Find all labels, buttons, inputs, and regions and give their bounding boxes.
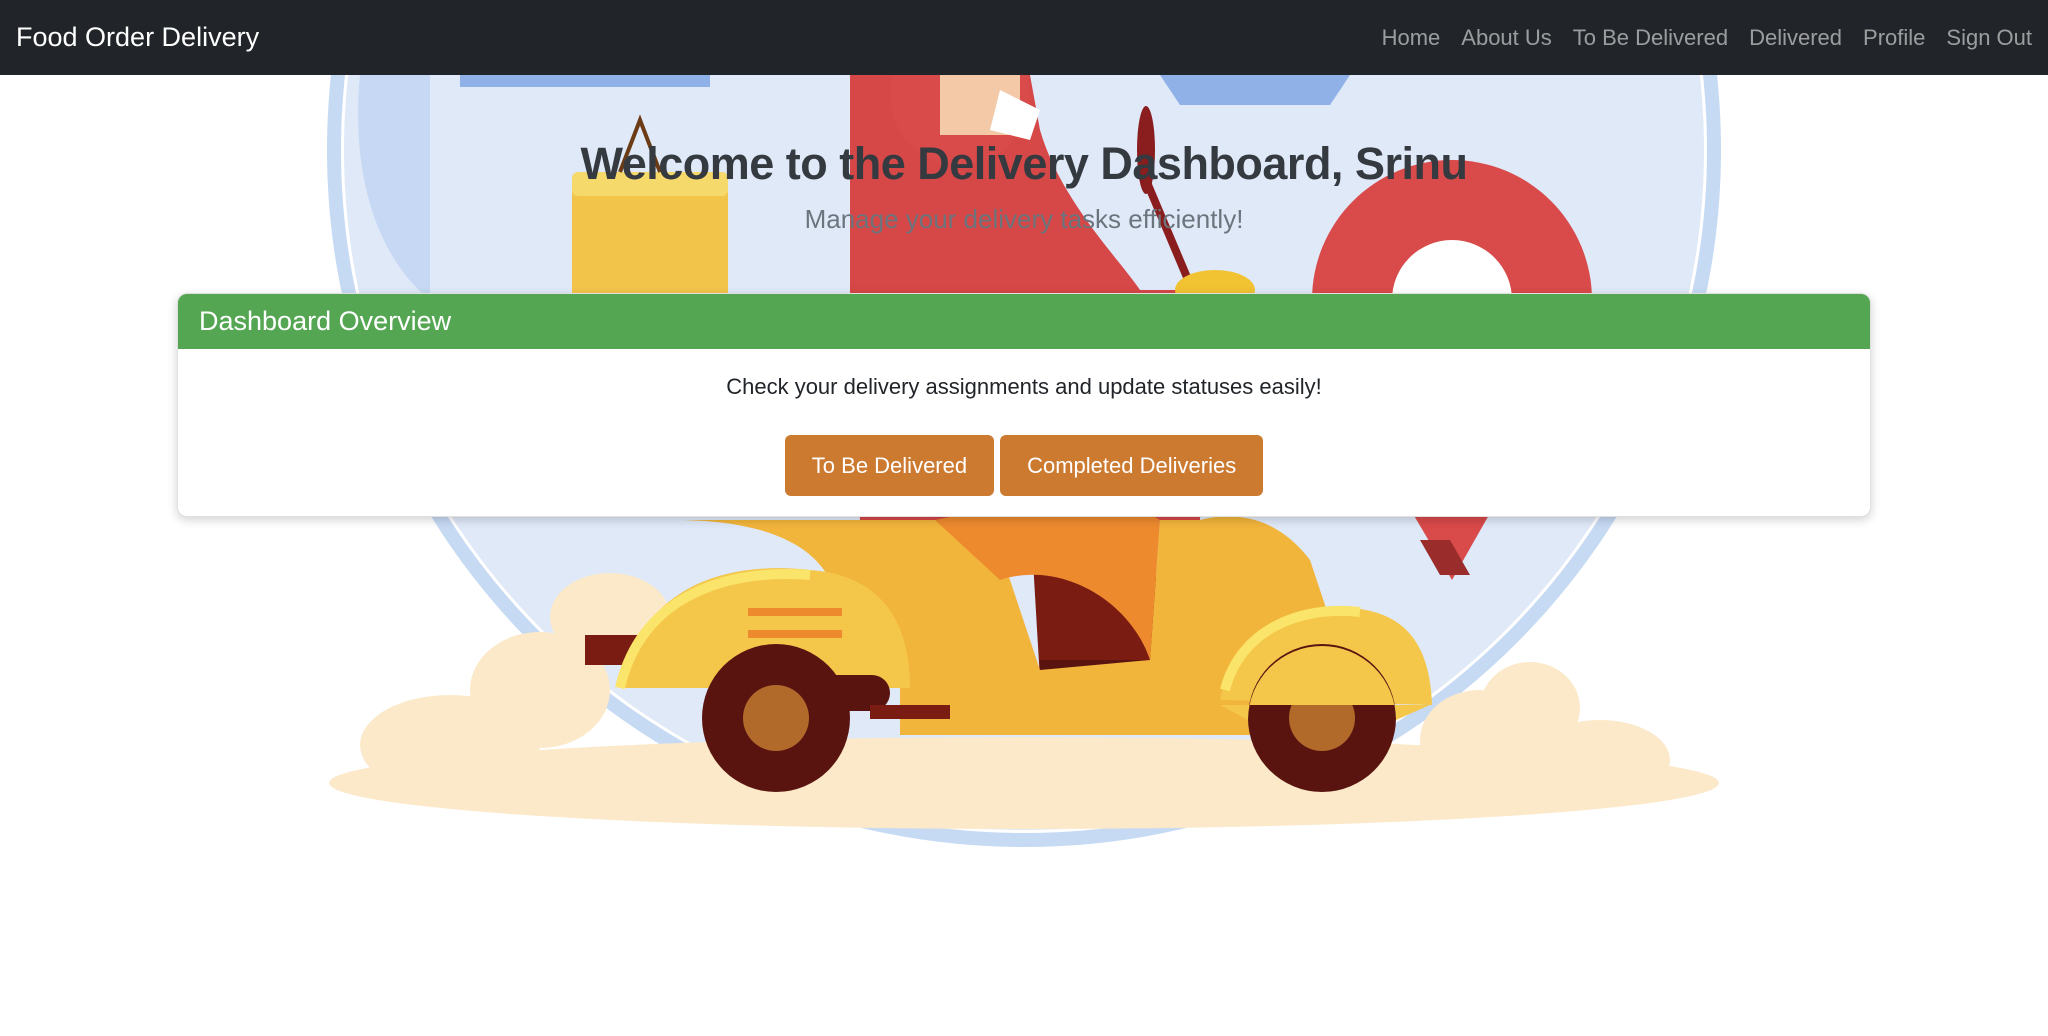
welcome-heading: Welcome to the Delivery Dashboard, Srinu: [580, 138, 1468, 189]
completed-deliveries-button[interactable]: Completed Deliveries: [1000, 435, 1264, 496]
navbar-brand[interactable]: Food Order Delivery: [16, 22, 259, 53]
nav-link-profile[interactable]: Profile: [1863, 25, 1925, 51]
nav-link-home[interactable]: Home: [1382, 25, 1441, 51]
nav-links: Home About Us To Be Delivered Delivered …: [1361, 25, 2032, 51]
nav-link-about-us[interactable]: About Us: [1461, 25, 1552, 51]
card-description: Check your delivery assignments and upda…: [726, 374, 1322, 399]
welcome-subtitle: Manage your delivery tasks efficiently!: [804, 204, 1244, 234]
dashboard-overview-card: Dashboard Overview Check your delivery a…: [177, 293, 1871, 517]
card-button-row: To Be Delivered Completed Deliveries: [178, 435, 1870, 496]
card-header: Dashboard Overview: [178, 294, 1870, 349]
card-body: Check your delivery assignments and upda…: [178, 372, 1870, 496]
nav-link-delivered[interactable]: Delivered: [1749, 25, 1842, 51]
nav-link-sign-out[interactable]: Sign Out: [1946, 25, 2032, 51]
nav-link-to-be-delivered[interactable]: To Be Delivered: [1573, 25, 1728, 51]
to-be-delivered-button[interactable]: To Be Delivered: [784, 435, 995, 496]
top-navbar: Food Order Delivery Home About Us To Be …: [0, 0, 2048, 75]
